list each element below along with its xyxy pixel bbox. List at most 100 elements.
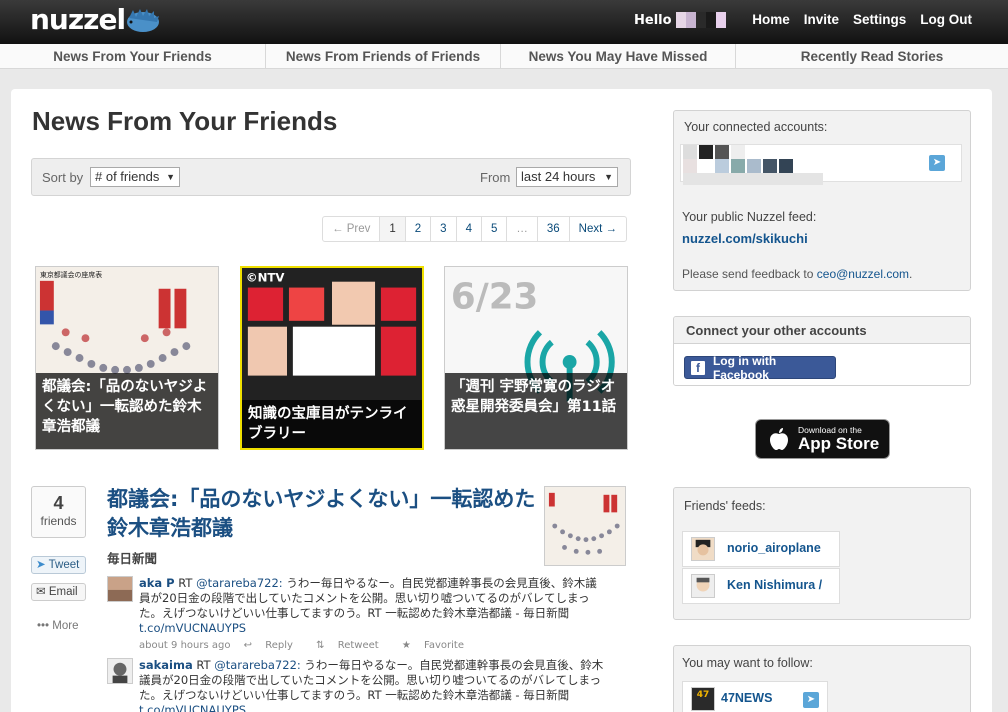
tab-news-from-friends[interactable]: News From Your Friends [0,44,266,69]
facebook-icon: f [691,360,705,375]
news-logo-text: 47 [696,690,710,700]
tweet-mention[interactable]: @tarareba722: [214,658,301,672]
pagination: ← Prev 1 2 3 4 5 … 36 Next → [322,216,628,242]
page-title: News From Your Friends [32,106,338,136]
friend-name: Ken Nishimura / [727,578,823,592]
tweet-body: sakaima RT @tarareba722: うわー毎日やるなー。自民党都連… [139,658,607,712]
tweet-link[interactable]: t.co/mVUCNAUYPS [139,703,246,712]
nav-settings[interactable]: Settings [853,12,906,27]
more-label: More [52,620,79,632]
tweet-button-label: Tweet [48,559,80,571]
featured-story-card[interactable]: 東京都議会の座席表 都議会:「品のないヤジよくない」一転認めた鈴木章浩都議 [35,266,219,450]
nav-invite[interactable]: Invite [804,12,839,27]
tweet-time[interactable]: about 9 hours ago [139,640,230,651]
nuzzel-logo[interactable]: nuzzel [30,3,161,36]
featured-story-card[interactable]: ©NTV 知識の宝庫目がテンライブラリー [240,266,424,450]
feedback-text: Please send feedback to ceo@nuzzel.com. [682,267,912,281]
friend-count-label: friends [40,514,77,528]
suggested-follow-label: You may want to follow: [682,656,813,670]
facebook-login-button[interactable]: f Log in with Facebook [684,353,836,382]
suggested-follow-box: You may want to follow: 47 47NEWS ➤ [673,645,971,712]
user-avatar[interactable] [107,658,133,684]
tweet-username[interactable]: aka P [139,576,175,590]
feedback-email-link[interactable]: ceo@nuzzel.com [817,267,909,281]
retweet-label: Retweet [337,640,379,651]
pager-next[interactable]: Next → [570,217,626,241]
public-feed-link[interactable]: nuzzel.com/skikuchi [682,231,808,246]
tweet-link[interactable]: t.co/mVUCNAUYPS [139,621,246,635]
connect-accounts-title: Connect your other accounts [674,317,970,344]
news-logo: 47 [691,687,715,711]
pager-prev[interactable]: ← Prev [323,217,381,241]
star-icon: ★ [401,640,411,651]
pager-page-5[interactable]: 5 [482,217,508,241]
time-range-select[interactable]: last 24 hours [516,167,618,187]
facebook-login-label: Log in with Facebook [712,353,777,382]
pager-page-3[interactable]: 3 [431,217,457,241]
tweet-body: aka P RT @tarareba722: うわー毎日やるなー。自民党都連幹事… [139,576,607,653]
tweet-mention[interactable]: @tarareba722: [196,576,283,590]
friend-avatar [691,537,715,561]
user-name-blurred [675,12,726,28]
connected-account-row: ➤ [680,144,962,185]
tweet-meta: about 9 hours ago ↩ Reply ⇅ Retweet ★ Fa… [139,638,607,653]
retweet-icon: ⇅ [316,640,325,651]
tab-news-missed[interactable]: News You May Have Missed [501,44,736,69]
card-caption: 「週刊 宇野常寛のラジオ惑星開発委員会」第11話 [445,373,627,449]
email-button[interactable]: ✉ Email [31,583,86,601]
connected-accounts-label: Your connected accounts: [684,120,828,134]
tweet-rt-prefix: RT [178,576,193,590]
image-caption-text: 6/23 [451,277,538,318]
twitter-icon: ➤ [929,155,945,171]
tweet-username[interactable]: sakaima [139,658,193,672]
more-dots-icon: ••• [37,620,50,632]
friends-feeds-label: Friends' feeds: [684,499,766,513]
pager-page-1[interactable]: 1 [380,217,406,241]
email-button-label: Email [48,586,78,598]
tweet-item: aka P RT @tarareba722: うわー毎日やるなー。自民党都連幹事… [107,576,607,656]
sort-select[interactable]: # of friends [90,167,180,187]
story-thumbnail[interactable] [544,486,626,566]
card-caption: 都議会:「品のないヤジよくない」一転認めた鈴木章浩都議 [36,373,218,449]
nav-home[interactable]: Home [752,12,790,27]
nav-logout[interactable]: Log Out [920,12,972,27]
reply-icon: ↩ [243,640,253,651]
image-caption-text: ©NTV [246,271,286,285]
story-title-link[interactable]: 都議会:「品のないヤジよくない」一転認めた鈴木章浩都議 [107,485,537,543]
twitter-follow-icon[interactable]: ➤ [803,692,819,708]
pager-page-4[interactable]: 4 [457,217,482,241]
image-caption-text: 東京都議会の座席表 [40,270,102,279]
friend-feed-item[interactable]: norio_airoplane [682,531,840,567]
apple-icon [770,428,788,450]
friend-count: 4 [53,493,64,513]
feedback-label: Please send feedback to [682,267,814,281]
pager-page-2[interactable]: 2 [406,217,432,241]
tab-friends-of-friends[interactable]: News From Friends of Friends [266,44,501,69]
more-link[interactable]: ••• More [37,620,79,632]
app-store-big-text: App Store [798,434,880,453]
hello-greeting: Hello [634,12,726,28]
section-tabs: News From Your Friends News From Friends… [0,44,1008,69]
favorite-action[interactable]: ★ Favorite [402,640,474,651]
envelope-icon: ✉ [36,586,46,598]
top-nav: Home Invite Settings Log Out [752,12,972,27]
retweet-action[interactable]: ⇅ Retweet [316,640,389,651]
connect-accounts-body: f Log in with Facebook [674,344,970,385]
twitter-bird-icon: ➤ [36,559,46,571]
friends-feeds-box: Friends' feeds: norio_airoplane Ken Nish… [673,487,971,620]
reply-action[interactable]: ↩ Reply [244,640,303,651]
from-label: From [480,170,511,185]
featured-story-card[interactable]: 6/23 「週刊 宇野常寛のラジオ惑星開発委員会」第11話 [444,266,628,450]
pager-page-36[interactable]: 36 [538,217,570,241]
suggested-follow-item[interactable]: 47 47NEWS ➤ [682,681,828,712]
friend-feed-item[interactable]: Ken Nishimura / [682,568,840,604]
user-avatar[interactable] [107,576,133,602]
tab-recently-read[interactable]: Recently Read Stories [736,44,1008,69]
public-feed-label: Your public Nuzzel feed: [682,210,817,224]
friend-count-badge: 4 friends [31,486,86,538]
tweet-button[interactable]: ➤ Tweet [31,556,86,574]
feedback-period: . [909,267,913,281]
friend-name: norio_airoplane [727,541,821,555]
sort-label: Sort by [42,170,84,185]
app-store-badge[interactable]: Download on the App Store [755,419,890,459]
